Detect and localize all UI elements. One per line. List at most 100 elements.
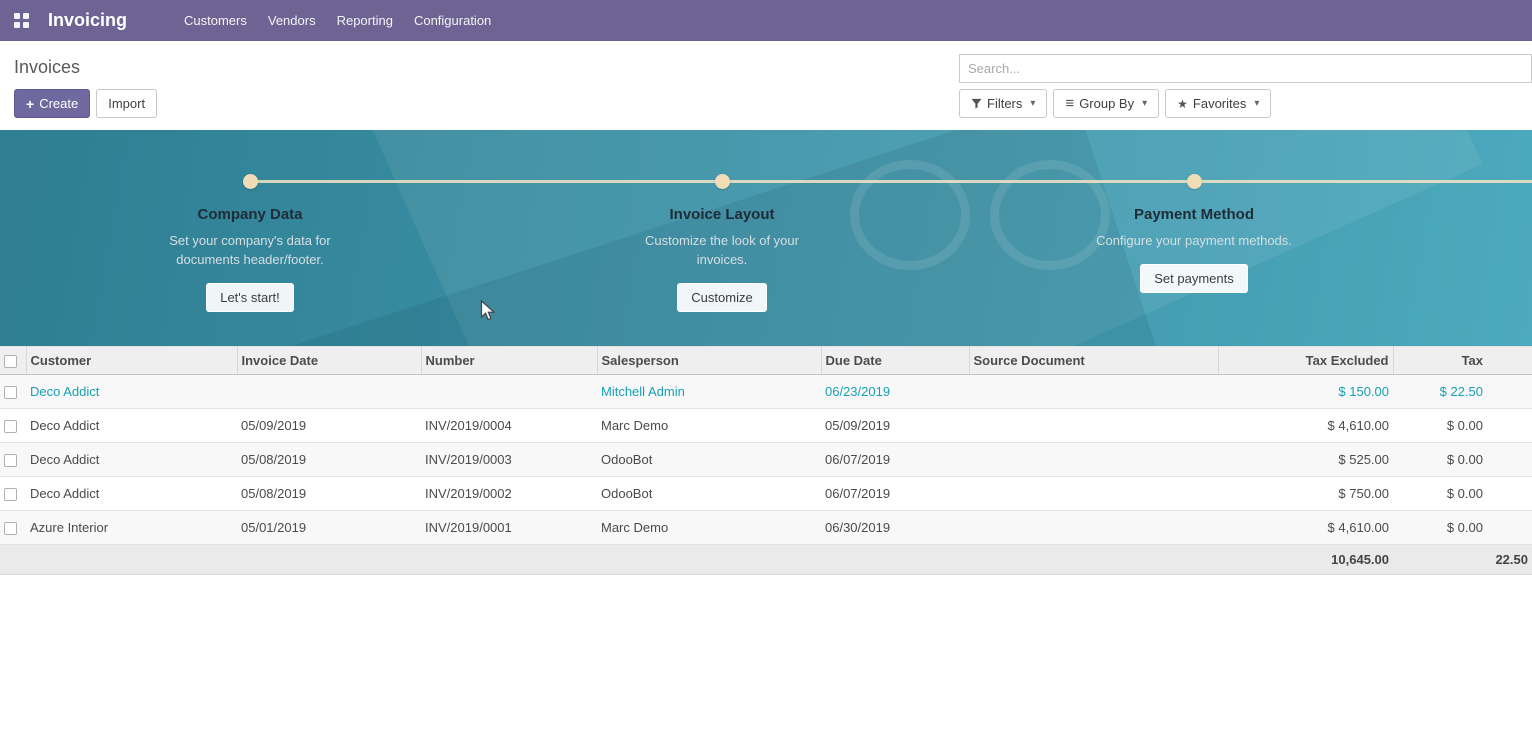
caret-down-icon: ▾ (1254, 99, 1259, 109)
action-buttons: + Create Import (14, 89, 157, 118)
menu-reporting[interactable]: Reporting (337, 13, 393, 28)
cell-number: INV/2019/0003 (421, 443, 597, 477)
cell-salesperson: Mitchell Admin (597, 375, 821, 409)
import-button-label: Import (108, 96, 145, 111)
cell-source-document (969, 375, 1218, 409)
onboarding-step-invoice-layout: Invoice Layout Customize the look of you… (486, 130, 958, 312)
group-by-button[interactable]: ≡ Group By ▾ (1053, 89, 1159, 118)
cell-invoice-date: 05/09/2019 (237, 409, 421, 443)
cell-invoice-date: 05/08/2019 (237, 477, 421, 511)
table-row[interactable]: Deco Addict 05/09/2019 INV/2019/0004 Mar… (0, 409, 1532, 443)
cell-customer: Deco Addict (26, 375, 237, 409)
cell-select (0, 443, 26, 477)
col-due-date[interactable]: Due Date (821, 347, 969, 375)
cell-tax-excluded: $ 4,610.00 (1218, 409, 1393, 443)
table-row[interactable]: Azure Interior 05/01/2019 INV/2019/0001 … (0, 511, 1532, 545)
create-button[interactable]: + Create (14, 89, 90, 118)
control-panel-left: Invoices + Create Import (14, 54, 157, 118)
totals-row: 10,645.00 22.50 (0, 545, 1532, 575)
cell-customer: Deco Addict (26, 443, 237, 477)
cell-due-date: 06/07/2019 (821, 443, 969, 477)
onboarding-panel: Company Data Set your company's data for… (0, 130, 1532, 346)
row-checkbox[interactable] (4, 454, 17, 467)
favorites-button[interactable]: ★ Favorites ▾ (1165, 89, 1271, 118)
cell-number: INV/2019/0001 (421, 511, 597, 545)
step-title: Invoice Layout (669, 206, 774, 223)
app-title[interactable]: Invoicing (48, 10, 127, 31)
col-customer[interactable]: Customer (26, 347, 237, 375)
row-checkbox[interactable] (4, 522, 17, 535)
filters-button-label: Filters (987, 96, 1022, 111)
cell-tax-excluded: $ 4,610.00 (1218, 511, 1393, 545)
search-options: Filters ▾ ≡ Group By ▾ ★ Favorites ▾ (959, 89, 1532, 118)
cell-select (0, 477, 26, 511)
col-invoice-date[interactable]: Invoice Date (237, 347, 421, 375)
col-number[interactable]: Number (421, 347, 597, 375)
cell-due-date: 06/23/2019 (821, 375, 969, 409)
cell-number (421, 375, 597, 409)
star-icon: ★ (1177, 98, 1188, 110)
cell-tax-excluded: $ 525.00 (1218, 443, 1393, 477)
page-title: Invoices (14, 54, 157, 80)
cell-source-document (969, 477, 1218, 511)
cell-source-document (969, 409, 1218, 443)
row-checkbox[interactable] (4, 386, 17, 399)
cell-salesperson: Marc Demo (597, 511, 821, 545)
apps-menu-icon[interactable] (14, 13, 29, 28)
cell-select (0, 375, 26, 409)
menu-vendors[interactable]: Vendors (268, 13, 316, 28)
col-tax-excluded[interactable]: Tax Excluded (1218, 347, 1393, 375)
cell-invoice-date: 05/08/2019 (237, 443, 421, 477)
plus-icon: + (26, 97, 34, 111)
cell-due-date: 05/09/2019 (821, 409, 969, 443)
cell-salesperson: OdooBot (597, 443, 821, 477)
table-row[interactable]: Deco Addict Mitchell Admin 06/23/2019 $ … (0, 375, 1532, 409)
col-salesperson[interactable]: Salesperson (597, 347, 821, 375)
row-checkbox[interactable] (4, 420, 17, 433)
cell-salesperson: Marc Demo (597, 409, 821, 443)
step-description: Customize the look of your invoices. (620, 232, 825, 270)
cell-select (0, 409, 26, 443)
cell-tax: $ 0.00 (1393, 443, 1532, 477)
menu-customers[interactable]: Customers (184, 13, 247, 28)
total-tax: 22.50 (1393, 545, 1532, 575)
filter-icon (971, 98, 982, 109)
table-row[interactable]: Deco Addict 05/08/2019 INV/2019/0003 Odo… (0, 443, 1532, 477)
cell-invoice-date: 05/01/2019 (237, 511, 421, 545)
table-row[interactable]: Deco Addict 05/08/2019 INV/2019/0002 Odo… (0, 477, 1532, 511)
select-all-checkbox[interactable] (4, 355, 17, 368)
invoices-table: Customer Invoice Date Number Salesperson… (0, 346, 1532, 575)
cell-tax: $ 22.50 (1393, 375, 1532, 409)
totals-spacer (0, 545, 1218, 575)
step-dot (243, 174, 258, 189)
menu-configuration[interactable]: Configuration (414, 13, 491, 28)
step-title: Company Data (197, 206, 302, 223)
step-dot (715, 174, 730, 189)
cell-number: INV/2019/0004 (421, 409, 597, 443)
cell-tax: $ 0.00 (1393, 477, 1532, 511)
filters-button[interactable]: Filters ▾ (959, 89, 1047, 118)
caret-down-icon: ▾ (1142, 99, 1147, 109)
onboarding-step-company-data: Company Data Set your company's data for… (14, 130, 486, 312)
customize-button[interactable]: Customize (677, 283, 766, 312)
col-tax[interactable]: Tax (1393, 347, 1532, 375)
col-source-document[interactable]: Source Document (969, 347, 1218, 375)
invoicing-app-window: Invoicing Customers Vendors Reporting Co… (0, 0, 1532, 753)
cell-source-document (969, 511, 1218, 545)
group-by-icon: ≡ (1065, 96, 1074, 111)
row-checkbox[interactable] (4, 488, 17, 501)
cell-tax: $ 0.00 (1393, 409, 1532, 443)
cell-tax-excluded: $ 150.00 (1218, 375, 1393, 409)
select-all-header (0, 347, 26, 375)
top-menu: Customers Vendors Reporting Configuratio… (184, 13, 491, 28)
search-input[interactable] (959, 54, 1532, 83)
top-navbar: Invoicing Customers Vendors Reporting Co… (0, 0, 1532, 41)
import-button[interactable]: Import (96, 89, 157, 118)
favorites-button-label: Favorites (1193, 96, 1246, 111)
set-payments-button[interactable]: Set payments (1140, 264, 1248, 293)
cell-number: INV/2019/0002 (421, 477, 597, 511)
step-description: Configure your payment methods. (1096, 232, 1292, 251)
lets-start-button[interactable]: Let's start! (206, 283, 294, 312)
total-tax-excluded: 10,645.00 (1218, 545, 1393, 575)
control-panel-right: Filters ▾ ≡ Group By ▾ ★ Favorites ▾ (959, 54, 1532, 118)
